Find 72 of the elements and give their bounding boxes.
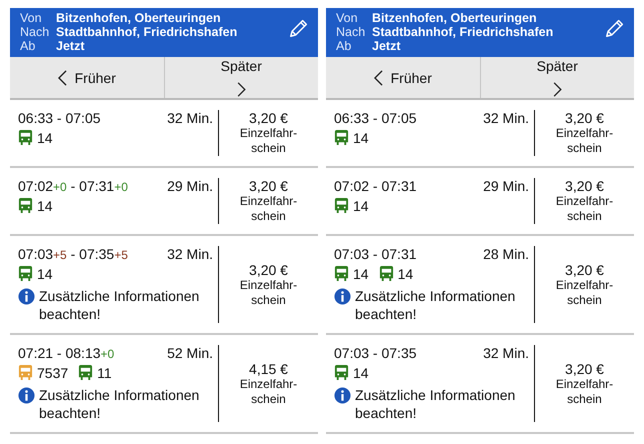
price: 3,20 € xyxy=(565,360,604,376)
ticket-type: Einzelfahr- schein xyxy=(556,376,614,406)
duration: 32 Min. xyxy=(483,110,529,126)
time-range: 07:03 - 07:35 xyxy=(334,345,417,361)
duration: 32 Min. xyxy=(483,345,529,361)
line-number: 14 xyxy=(37,266,53,282)
info-icon[interactable] xyxy=(18,288,35,305)
earlier-button[interactable]: Früher xyxy=(326,57,480,98)
time-range: 07:03+5 - 07:35+5 xyxy=(18,246,128,262)
chevron-right-icon xyxy=(236,82,246,97)
departure-label: Ab xyxy=(336,39,352,53)
to-value: Stadtbahnhof, Friedrichshafen xyxy=(372,25,554,39)
price: 3,20 € xyxy=(249,262,288,278)
time-range: 07:03 - 07:31 xyxy=(334,246,417,262)
departure-label: Ab xyxy=(20,39,36,53)
line-number: 11 xyxy=(97,364,112,380)
price: 4,15 € xyxy=(249,360,288,376)
time-range: 07:02+0 - 07:31+0 xyxy=(18,178,128,194)
price: 3,20 € xyxy=(565,110,604,126)
line-number: 14 xyxy=(37,130,53,146)
departure-value: Jetzt xyxy=(56,39,86,53)
info-icon[interactable] xyxy=(18,387,35,404)
price: 3,20 € xyxy=(249,178,288,194)
time-range: 06:33 - 07:05 xyxy=(334,110,417,126)
time-range: 07:02 - 07:31 xyxy=(334,178,417,194)
from-label: Von xyxy=(20,11,43,25)
from-value: Bitzenhofen, Oberteuringen xyxy=(372,11,538,25)
ticket-type: Einzelfahr- schein xyxy=(240,278,298,308)
duration: 28 Min. xyxy=(483,246,529,262)
duration: 32 Min. xyxy=(167,246,213,262)
chevron-left-icon xyxy=(58,70,67,86)
chevron-left-icon xyxy=(374,70,383,86)
from-value: Bitzenhofen, Oberteuringen xyxy=(56,11,222,25)
later-button[interactable]: Später xyxy=(164,57,318,98)
time-range: 06:33 - 07:05 xyxy=(18,110,101,126)
info-notice: Zusätzliche Informationen beachten! xyxy=(39,287,200,323)
line-number: 14 xyxy=(353,198,369,214)
line-number: 14 xyxy=(353,130,369,146)
duration: 52 Min. xyxy=(167,345,213,361)
to-label: Nach xyxy=(336,25,366,39)
duration: 29 Min. xyxy=(167,178,213,194)
line-number: 14 xyxy=(398,266,414,282)
to-value: Stadtbahnhof, Friedrichshafen xyxy=(56,25,238,39)
time-range: 07:21 - 08:13+0 xyxy=(18,345,114,361)
info-notice: Zusätzliche Informationen beachten! xyxy=(39,386,200,422)
info-notice: Zusätzliche Informationen beachten! xyxy=(355,287,516,323)
price: 3,20 € xyxy=(565,262,604,278)
line-number: 14 xyxy=(353,266,369,282)
ticket-type: Einzelfahr- schein xyxy=(240,126,298,156)
duration: 29 Min. xyxy=(483,178,529,194)
price: 3,20 € xyxy=(565,178,604,194)
earlier-button[interactable]: Früher xyxy=(10,57,164,98)
line-number: 14 xyxy=(353,364,369,380)
info-notice: Zusätzliche Informationen beachten! xyxy=(355,386,516,422)
departure-value: Jetzt xyxy=(372,39,402,53)
line-number: 14 xyxy=(37,198,53,214)
price: 3,20 € xyxy=(249,110,288,126)
line-number: 7537 xyxy=(37,364,68,380)
ticket-type: Einzelfahr- schein xyxy=(240,376,298,406)
info-icon[interactable] xyxy=(334,387,351,404)
ticket-type: Einzelfahr- schein xyxy=(556,278,614,308)
from-label: Von xyxy=(336,11,359,25)
to-label: Nach xyxy=(20,25,50,39)
ticket-type: Einzelfahr- schein xyxy=(556,126,614,156)
ticket-type: Einzelfahr- schein xyxy=(556,194,614,224)
edit-icon[interactable] xyxy=(604,17,626,39)
duration: 32 Min. xyxy=(167,110,213,126)
chevron-right-icon xyxy=(552,82,562,97)
later-button[interactable]: Später xyxy=(480,57,634,98)
ticket-type: Einzelfahr- schein xyxy=(240,194,298,224)
info-icon[interactable] xyxy=(334,288,351,305)
edit-icon[interactable] xyxy=(288,17,310,39)
